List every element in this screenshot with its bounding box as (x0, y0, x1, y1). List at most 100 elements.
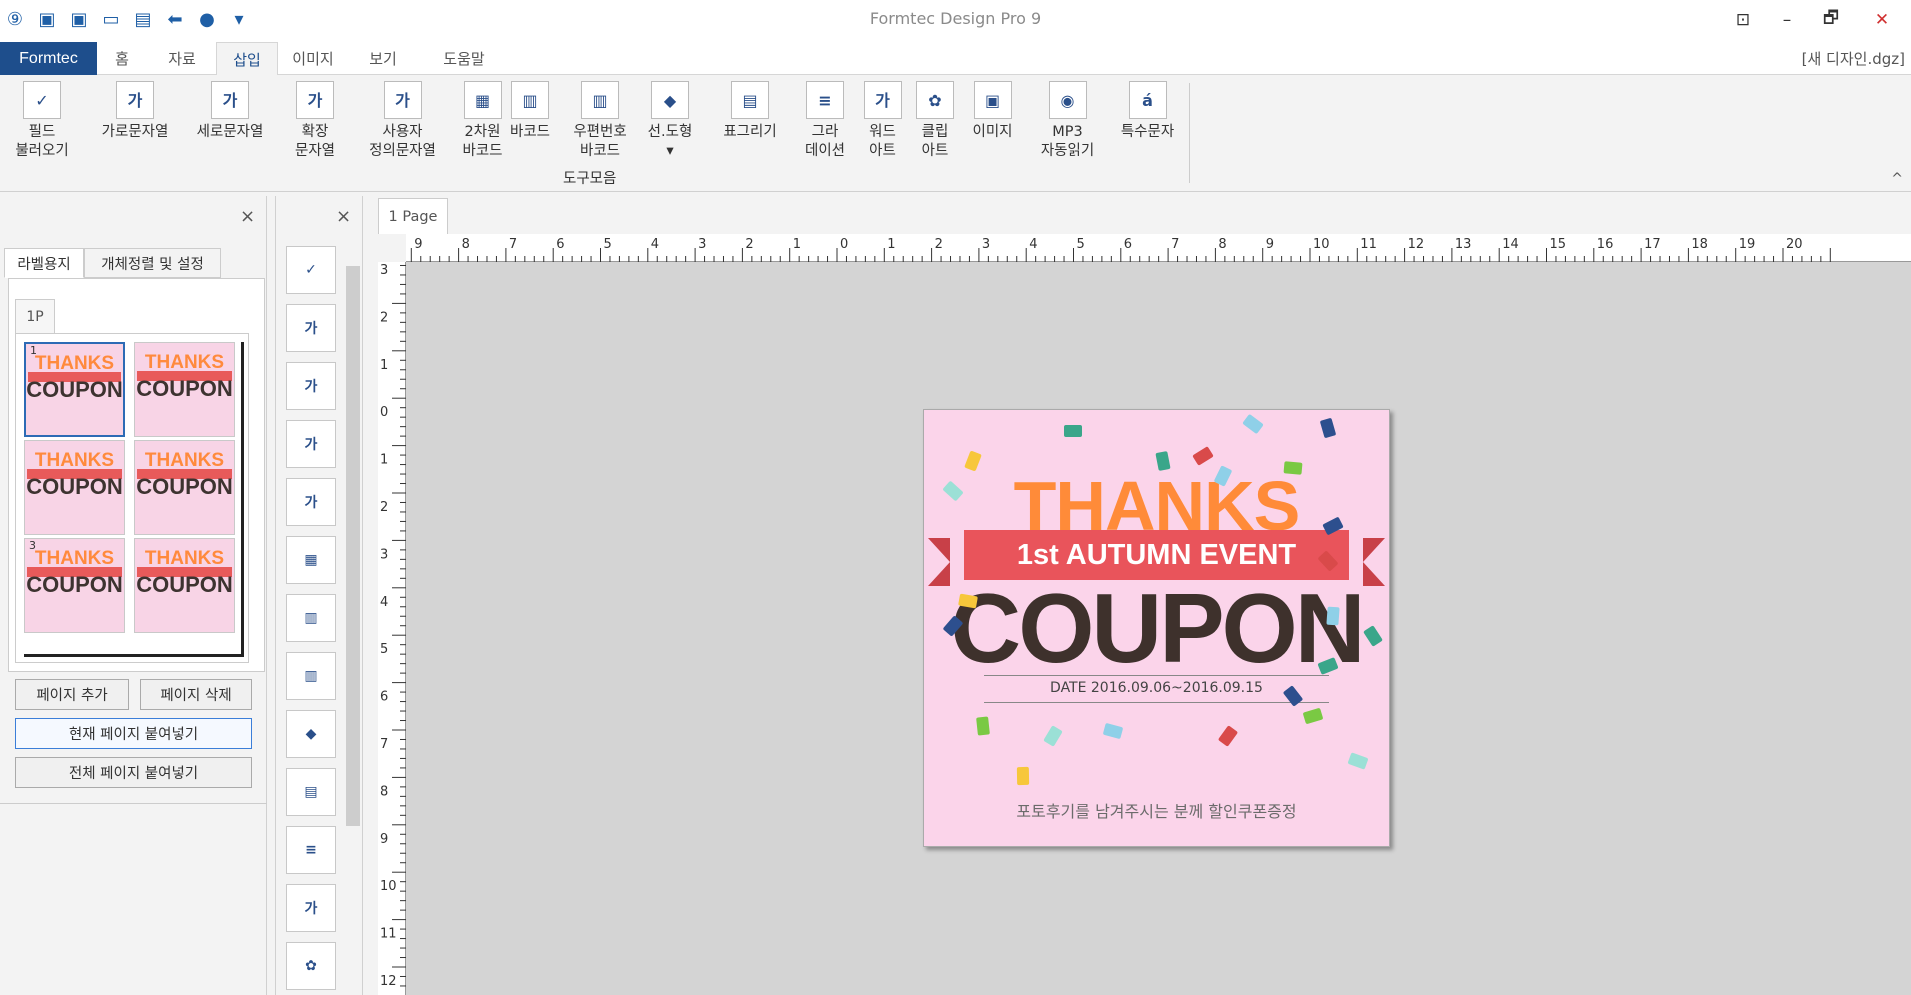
wordart-icon[interactable]: 가 (286, 884, 336, 932)
tab-3[interactable]: 이미지 (280, 42, 346, 75)
ribbon-button-13[interactable]: ▣ 이미지 (965, 81, 1020, 142)
tool-strip-scrollbar[interactable] (344, 246, 362, 991)
label-thumbnail[interactable]: THANKSCOUPON (134, 538, 235, 633)
ribbon-button-label: 바코드 (580, 142, 620, 161)
left-panel-close-button[interactable]: × (240, 206, 255, 227)
horizontal-ruler: 1098765432101234567891011121314151617181… (406, 234, 1911, 262)
label-thumbnail[interactable]: THANKSCOUPON (24, 440, 125, 535)
ribbon-button-label: 이미지 (972, 123, 1012, 142)
ribbon-button-14[interactable]: ◉MP3자동읽기 (1030, 81, 1105, 161)
ribbon-button-12[interactable]: ✿클립아트 (910, 81, 960, 161)
scroll-thumb[interactable] (346, 266, 360, 826)
group-separator (1189, 83, 1190, 183)
ruler-label: 3 (698, 237, 706, 252)
postal-barcode-icon[interactable]: ▥ (286, 652, 336, 700)
extended-text-icon[interactable]: 가 (286, 420, 336, 468)
ruler-label: 3 (380, 547, 388, 562)
shape-icon[interactable]: ◆ (286, 710, 336, 758)
barcode-icon[interactable]: ▥ (286, 594, 336, 642)
page-tab[interactable]: 1 Page (378, 198, 448, 234)
minimize-button[interactable]: – (1765, 0, 1809, 39)
ruler-label: 7 (380, 737, 388, 752)
field-load-icon[interactable]: ✓ (286, 246, 336, 294)
ribbon-button-7[interactable]: ▥우편번호바코드 (565, 81, 635, 161)
ribbon-button-label: 바코드 (462, 142, 502, 161)
ruler-label: 12 (1408, 237, 1425, 252)
delete-page-button[interactable]: 페이지 삭제 (140, 679, 252, 710)
ribbon-button-4[interactable]: 가사용자정의문자열 (355, 81, 450, 161)
ribbon-button-15[interactable]: á특수문자 (1115, 81, 1180, 142)
label-footer-text[interactable]: 포토후기를 남겨주시는 분께 할인쿠폰증정 (924, 798, 1389, 822)
thumbnail-coupon: COUPON (26, 377, 123, 403)
tab-label-paper[interactable]: 라벨용지 (4, 248, 84, 278)
paste-all-pages-button[interactable]: 전체 페이지 붙여넣기 (15, 757, 252, 788)
add-page-button[interactable]: 페이지 추가 (15, 679, 129, 710)
vertical-text-icon[interactable]: 가 (286, 362, 336, 410)
tab-2[interactable]: 삽입 (216, 42, 278, 76)
tool-strip: × ✓가가가가▦▥▥◆▤≡가✿ (275, 196, 363, 995)
tab-object-align[interactable]: 개체정렬 및 설정 (84, 248, 221, 278)
confetti-shape (976, 716, 990, 735)
label-thumbnail[interactable]: 3THANKSCOUPON (24, 538, 125, 633)
ruler-label: 20 (1786, 237, 1803, 252)
ribbon-button-6[interactable]: ▥바코드 (505, 81, 555, 142)
ribbon-button-label: 우편번호 (573, 123, 626, 142)
ribbon-button-label: 선.도형 (648, 123, 693, 142)
restore-button[interactable]: 🗗 (1809, 0, 1853, 39)
qr-code-icon[interactable]: ▦ (286, 536, 336, 584)
confetti-shape (1043, 725, 1063, 747)
confetti-shape (1326, 607, 1339, 626)
ribbon-button-8[interactable]: ◆선.도형▾ (640, 81, 700, 161)
table-icon[interactable]: ▤ (286, 768, 336, 816)
ribbon-button-label: 아트 (922, 142, 949, 161)
clipart-icon[interactable]: ✿ (286, 942, 336, 990)
ribbon-button-1[interactable]: 가가로문자열 (90, 81, 180, 142)
close-button[interactable]: ✕ (1853, 0, 1911, 39)
horizontal-text-icon[interactable]: 가 (286, 304, 336, 352)
coupon-label[interactable]: THANKS 1st AUTUMN EVENT COUPON DATE 2016… (923, 409, 1390, 847)
ribbon: 도구모음 ^ ✓필드불러오기가가로문자열가세로문자열가확장문자열가사용자정의문자… (0, 75, 1911, 192)
ribbon-button-label: 특수문자 (1121, 123, 1174, 142)
label-thumbnail[interactable]: 1THANKSCOUPON (24, 342, 125, 437)
ribbon-button-label: 불러오기 (15, 142, 68, 161)
thumbnail-coupon: COUPON (25, 572, 124, 598)
wordart-icon: 가 (864, 81, 902, 119)
page-tab-1p[interactable]: 1P (15, 299, 55, 333)
ruler-label: 2 (380, 500, 388, 515)
collapse-ribbon-button[interactable]: ^ (1891, 171, 1903, 187)
pin-icon[interactable]: ⊡ (1721, 0, 1765, 39)
tab-1[interactable]: 자료 (152, 42, 212, 75)
page-box: 1P 1THANKSCOUPONTHANKSCOUPONTHANKSCOUPON… (8, 278, 265, 672)
tab-0[interactable]: 홈 (97, 42, 147, 75)
ruler-label: 10 (380, 879, 397, 894)
ribbon-button-2[interactable]: 가세로문자열 (185, 81, 275, 142)
thumbnail-coupon: COUPON (25, 474, 124, 500)
ribbon-button-label: 필드 (29, 123, 56, 142)
paste-current-page-button[interactable]: 현재 페이지 붙여넣기 (15, 718, 252, 749)
ribbon-button-9[interactable]: ▤표그리기 (715, 81, 785, 142)
label-thumbnail[interactable]: THANKSCOUPON (134, 342, 235, 437)
tab-5[interactable]: 도움말 (423, 42, 505, 75)
thumbnail-grid: 1THANKSCOUPONTHANKSCOUPONTHANKSCOUPONTHA… (24, 342, 244, 657)
gradation-icon: ≡ (806, 81, 844, 119)
ruler-label: 4 (1029, 237, 1037, 252)
ribbon-button-3[interactable]: 가확장문자열 (285, 81, 345, 161)
custom-text-icon[interactable]: 가 (286, 478, 336, 526)
app-tab-formtec[interactable]: Formtec (0, 42, 97, 75)
gradation-icon[interactable]: ≡ (286, 826, 336, 874)
ruler-label: 0 (840, 237, 848, 252)
tab-4[interactable]: 보기 (348, 42, 418, 75)
confetti-shape (1192, 446, 1214, 466)
horizontal-text-icon: 가 (116, 81, 154, 119)
ruler-label: 12 (380, 974, 397, 989)
ribbon-button-0[interactable]: ✓필드불러오기 (12, 81, 72, 161)
image-icon: ▣ (974, 81, 1012, 119)
label-thumbnail[interactable]: THANKSCOUPON (134, 440, 235, 535)
label-date-text[interactable]: DATE 2016.09.06~2016.09.15 (924, 680, 1389, 696)
ribbon-button-11[interactable]: 가워드아트 (860, 81, 905, 161)
tool-strip-close-button[interactable]: × (336, 206, 351, 227)
date-divider-top (984, 675, 1329, 676)
confetti-shape (1303, 708, 1324, 725)
ribbon-button-10[interactable]: ≡그라데이션 (795, 81, 855, 161)
ribbon-button-label: 문자열 (295, 142, 335, 161)
